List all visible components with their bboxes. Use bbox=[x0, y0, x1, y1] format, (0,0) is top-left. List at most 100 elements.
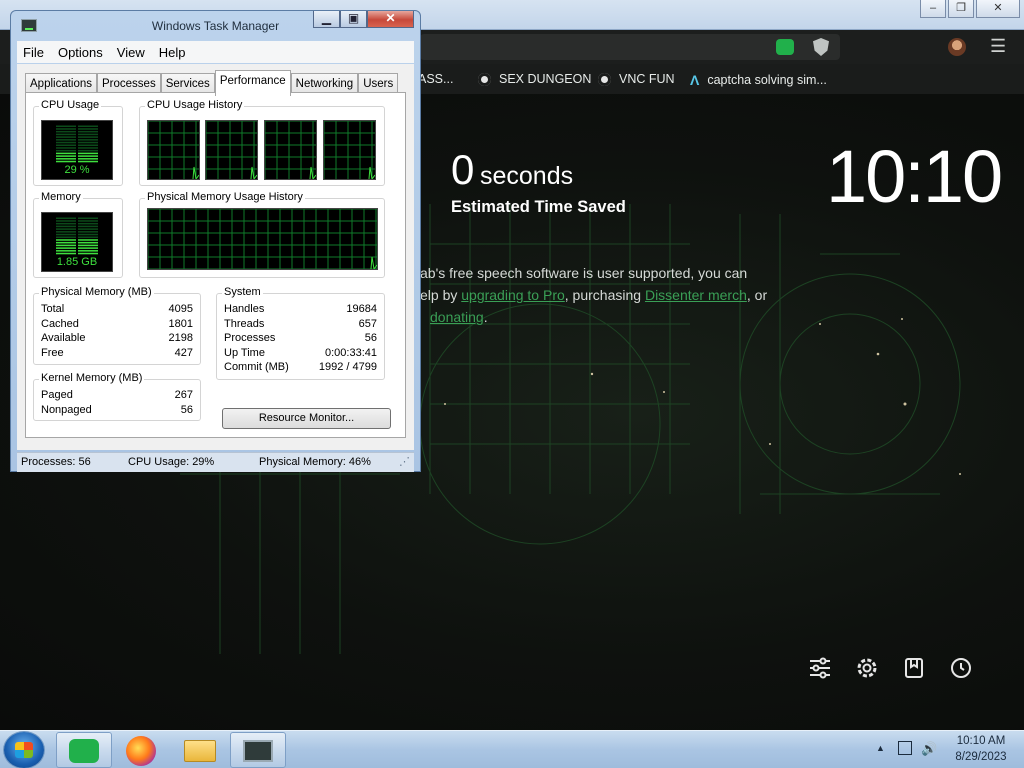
meter-segment bbox=[78, 130, 98, 133]
stat-name: Handles bbox=[224, 303, 265, 315]
task-manager-icon bbox=[243, 740, 273, 762]
graph-grid bbox=[323, 120, 375, 179]
new-tab-clock: 10:10 bbox=[826, 135, 1003, 218]
menu-help[interactable]: Help bbox=[153, 45, 194, 60]
network-icon[interactable] bbox=[898, 741, 912, 755]
cpu-usage-value: 29 % bbox=[64, 164, 90, 176]
stat-value: 657 bbox=[358, 317, 377, 330]
stat-row: Total 4095 bbox=[41, 302, 193, 317]
bookmark-label: captcha solving sim... bbox=[707, 73, 827, 87]
task-manager-titlebar[interactable]: Windows Task Manager ▁ ▣ ✕ bbox=[11, 11, 420, 39]
meter-segment bbox=[78, 233, 98, 236]
gab-dissenter-app[interactable] bbox=[56, 732, 112, 768]
meter-segment bbox=[56, 144, 76, 147]
meter-segment bbox=[78, 236, 98, 239]
meter-segment bbox=[56, 152, 76, 155]
meter-segment bbox=[78, 141, 98, 144]
sliders-icon[interactable] bbox=[808, 656, 832, 680]
stat-name: Processes bbox=[224, 332, 276, 344]
task-manager-app[interactable] bbox=[230, 732, 286, 768]
stat-name: Up Time bbox=[224, 346, 265, 359]
dissenter-extension-icon[interactable] bbox=[776, 39, 794, 55]
meter-segment bbox=[78, 239, 98, 241]
taskbar-time: 10:10 AM bbox=[956, 735, 1006, 747]
firefox-app[interactable] bbox=[114, 732, 170, 768]
meter-segment bbox=[56, 128, 76, 130]
meter-segment bbox=[56, 236, 76, 239]
stat-name: Available bbox=[41, 332, 86, 344]
menu-options[interactable]: Options bbox=[52, 45, 111, 60]
gear-icon[interactable] bbox=[855, 656, 879, 680]
promo-text: , purchasing bbox=[564, 287, 645, 303]
start-button[interactable] bbox=[4, 732, 44, 768]
meter-segment bbox=[56, 147, 76, 149]
memory-meter: 1.85 GB bbox=[41, 212, 113, 272]
gear-icon bbox=[478, 72, 491, 86]
maximize-button[interactable]: ▣ bbox=[340, 11, 367, 28]
status-cpu: CPU Usage: 29% bbox=[128, 456, 215, 468]
tab-performance[interactable]: Performance bbox=[214, 70, 291, 96]
menu-view[interactable]: View bbox=[111, 45, 153, 60]
cpu-usage-label: CPU Usage bbox=[39, 99, 102, 111]
stat-value: 427 bbox=[174, 346, 193, 359]
resize-grip-icon[interactable]: ⋰ bbox=[399, 455, 410, 468]
stat-row: Free 427 bbox=[41, 346, 193, 361]
meter-segment bbox=[78, 228, 98, 230]
meter-segment bbox=[78, 217, 98, 220]
profile-avatar[interactable] bbox=[948, 38, 966, 56]
meter-segment bbox=[78, 244, 98, 247]
browser-minimize-button[interactable]: – bbox=[920, 0, 946, 18]
stat-name: Threads bbox=[224, 317, 265, 330]
meter-segment bbox=[56, 141, 76, 144]
meter-segment bbox=[56, 133, 76, 136]
meter-segment bbox=[56, 136, 76, 138]
promo-text: ab's free speech software is user suppor… bbox=[420, 265, 748, 281]
cpu-history-graph bbox=[264, 120, 317, 181]
task-manager-window: Windows Task Manager ▁ ▣ ✕ File Options … bbox=[10, 10, 421, 472]
upgrade-pro-link[interactable]: upgrading to Pro bbox=[461, 287, 565, 303]
bookmark-item[interactable]: ASS... bbox=[418, 72, 453, 86]
bookmark-item[interactable]: Λ captcha solving sim... bbox=[690, 72, 827, 88]
history-icon[interactable] bbox=[949, 656, 973, 680]
bookmark-icon[interactable] bbox=[902, 656, 926, 680]
memory-value: 1.85 GB bbox=[56, 256, 98, 268]
browser-close-button[interactable]: ✕ bbox=[976, 0, 1020, 18]
stat-value: 56 bbox=[364, 332, 377, 344]
donate-link[interactable]: donating bbox=[430, 309, 484, 325]
resource-monitor-button[interactable]: Resource Monitor... bbox=[222, 408, 391, 429]
physical-memory-group: Physical Memory (MB) Total 4095 Cached 180… bbox=[33, 286, 201, 365]
promo-text: elp by bbox=[420, 287, 462, 303]
stat-row: Threads 657 bbox=[224, 317, 377, 332]
stat-row: Nonpaged 56 bbox=[41, 403, 193, 418]
task-manager-body: Applications Processes Services Performa… bbox=[17, 64, 414, 450]
stat-name: Free bbox=[41, 346, 64, 359]
browser-restore-button[interactable]: ❐ bbox=[948, 0, 974, 18]
stat-row: Paged 267 bbox=[41, 388, 193, 403]
show-hidden-icons-icon[interactable]: ▲ bbox=[876, 743, 885, 753]
taskbar-clock[interactable]: 10:10 AM 8/29/2023 bbox=[944, 733, 1018, 765]
meter-segment bbox=[56, 155, 76, 157]
bookmark-item[interactable]: VNC FUN bbox=[598, 72, 675, 86]
graph-grid bbox=[264, 120, 316, 179]
taskbar bbox=[0, 730, 1024, 768]
meter-segment bbox=[78, 155, 98, 157]
stat-value: 2198 bbox=[168, 332, 193, 344]
meter-segment bbox=[78, 128, 98, 130]
kernel-memory-label: Kernel Memory (MB) bbox=[39, 372, 145, 384]
merch-link[interactable]: Dissenter merch bbox=[645, 287, 747, 303]
volume-icon[interactable]: 🔊 bbox=[921, 741, 937, 756]
menu-icon[interactable]: ☰ bbox=[990, 36, 1006, 57]
memory-history-group: Physical Memory Usage History bbox=[139, 191, 385, 278]
stat-row: Cached 1801 bbox=[41, 317, 193, 332]
meter-segment bbox=[78, 250, 98, 252]
promo-text: . bbox=[483, 309, 488, 325]
physical-memory-label: Physical Memory (MB) bbox=[39, 286, 154, 298]
cpu-usage-meter: 29 % bbox=[41, 120, 113, 180]
close-button[interactable]: ✕ bbox=[367, 11, 414, 28]
menu-file[interactable]: File bbox=[17, 45, 52, 60]
file-explorer-app[interactable] bbox=[172, 732, 228, 768]
status-processes: Processes: 56 bbox=[21, 456, 91, 468]
bookmark-item[interactable]: SEX DUNGEON bbox=[478, 72, 591, 86]
meter-segment bbox=[56, 217, 76, 220]
minimize-button[interactable]: ▁ bbox=[313, 11, 340, 28]
